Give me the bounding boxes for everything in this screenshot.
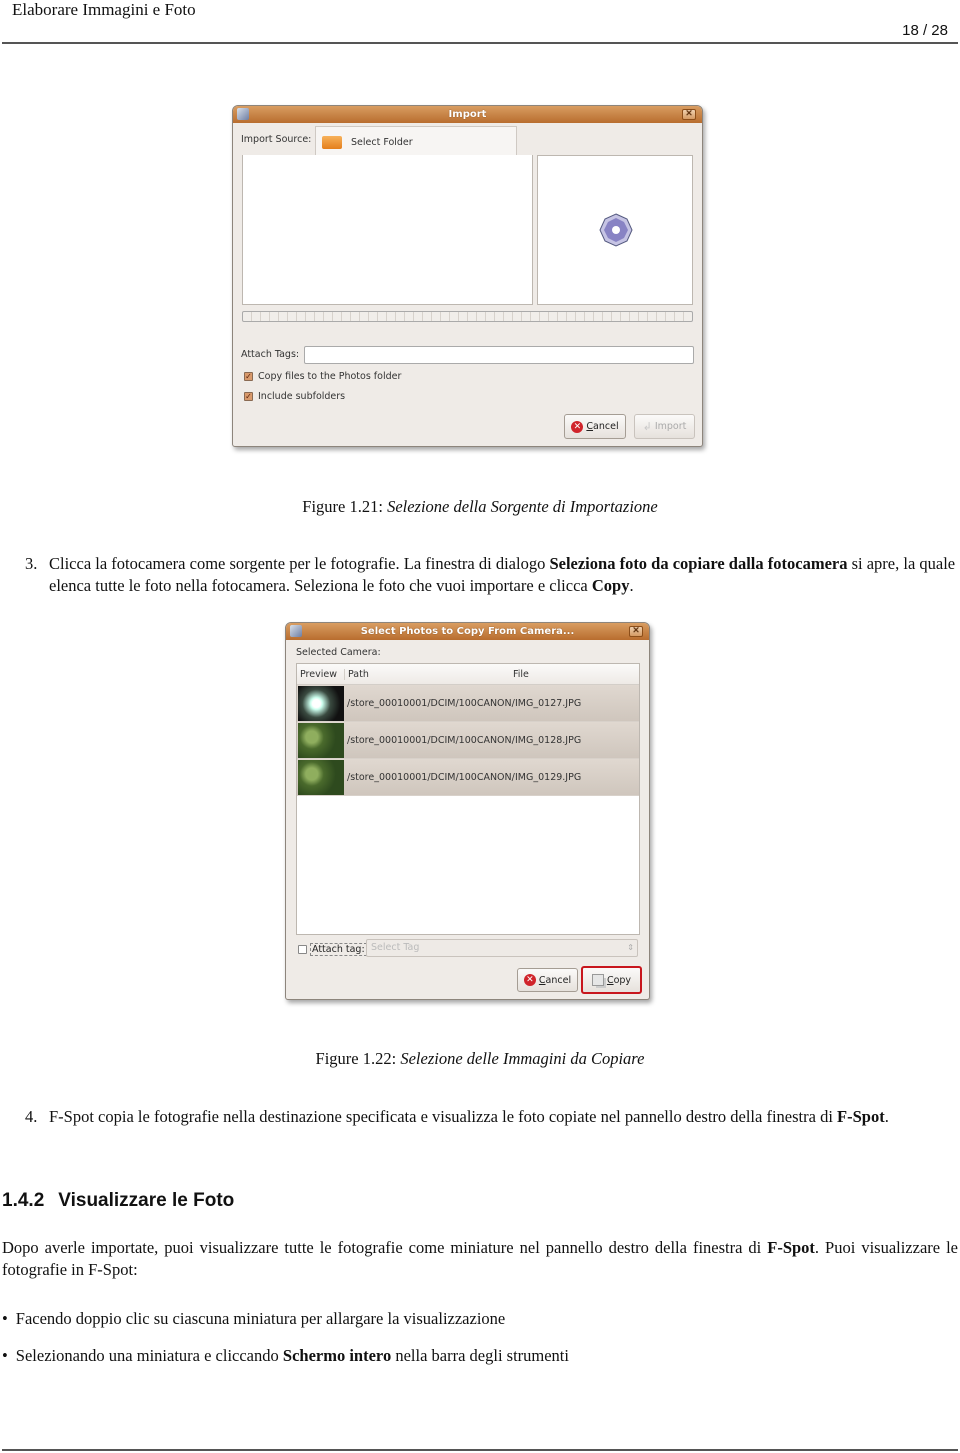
column-preview[interactable]: Preview — [297, 668, 345, 680]
photo-row[interactable]: /store_00010001/DCIM/100CANON/IMG_0129.J… — [297, 759, 639, 796]
cancel-icon: ✕ — [571, 420, 584, 433]
photo-row[interactable]: /store_00010001/DCIM/100CANON/IMG_0127.J… — [297, 685, 639, 722]
folder-preview-pane — [242, 155, 533, 305]
close-icon[interactable]: ✕ — [682, 109, 696, 120]
step-number: 3. — [25, 554, 38, 573]
bullet-icon: • — [2, 1309, 8, 1328]
figure-caption-1-21: Figure 1.21: Selezione della Sorgente di… — [0, 497, 960, 517]
photo-row[interactable]: /store_00010001/DCIM/100CANON/IMG_0128.J… — [297, 722, 639, 759]
attach-tag-row: Attach tag: — [298, 943, 367, 956]
intro-bold: F-Spot — [767, 1238, 815, 1257]
caption-text: Selezione delle Immagini da Copiare — [400, 1049, 645, 1068]
selected-camera-label: Selected Camera: — [296, 647, 381, 658]
import-label: Import — [654, 421, 687, 432]
caption-prefix: Figure 1.21: — [302, 497, 383, 516]
bullet-item: • Facendo doppio clic su ciascuna miniatu… — [2, 1308, 505, 1330]
column-file[interactable]: File — [513, 669, 529, 680]
step-text: . — [884, 1107, 889, 1126]
section-title: Visualizzare le Foto — [58, 1190, 235, 1211]
include-subfolders-label: Include subfolders — [258, 391, 346, 402]
step-text: Clicca la fotocamera come sorgente per l… — [49, 554, 550, 573]
caption-prefix: Figure 1.22: — [315, 1049, 397, 1068]
import-arrow-icon: ↲ — [642, 420, 652, 433]
figure-caption-1-22: Figure 1.22: Selezione delle Immagini da… — [0, 1049, 960, 1069]
select-photos-titlebar: Select Photos to Copy From Camera... ✕ — [286, 623, 649, 640]
copy-files-label: Copy files to the Photos folder — [258, 371, 402, 382]
running-header-title: Elaborare Immagini e Foto — [12, 0, 196, 19]
include-subfolders-checkbox[interactable]: ✓ — [244, 392, 253, 401]
source-option-label: Select Folder — [351, 136, 413, 148]
app-icon — [290, 625, 302, 637]
step-bold: F-Spot — [837, 1107, 885, 1126]
step-4: 4. F-Spot copia le fotografie nella dest… — [25, 1106, 958, 1128]
bullet-text: Facendo doppio clic su ciascuna miniatur… — [15, 1309, 506, 1328]
loading-aperture-icon — [599, 213, 633, 247]
section-intro: Dopo averle importate, puoi visualizzare… — [2, 1237, 958, 1281]
cancel-label: Cancel — [538, 974, 572, 986]
section-heading: 1.4.2 Visualizzare le Foto — [2, 1190, 234, 1212]
caption-text: Selezione della Sorgente di Importazione — [387, 497, 658, 516]
cancel-button[interactable]: ✕ Cancel — [517, 968, 578, 992]
close-icon[interactable]: ✕ — [629, 626, 643, 637]
import-progress-bar — [242, 311, 693, 322]
intro-text: . Puoi — [814, 1238, 856, 1257]
photo-list-header: Preview Path File — [297, 664, 639, 685]
import-dialog: Import ✕ Import Source: Select Folder Ca… — [232, 105, 703, 447]
photo-list: Preview Path File /store_00010001/DCIM/1… — [296, 663, 640, 935]
attach-tags-label: Attach Tags: — [241, 349, 300, 360]
photo-file: IMG_0129.JPG — [515, 771, 582, 783]
select-photos-title: Select Photos to Copy From Camera... — [360, 626, 575, 637]
photo-thumbnail — [298, 722, 344, 758]
photo-thumbnail — [298, 685, 344, 721]
photo-path: /store_00010001/DCIM/100CANON/ — [347, 771, 515, 783]
select-tag-combo[interactable]: Select Tag ⇕ — [366, 939, 638, 957]
bullet-bold: Schermo intero — [282, 1346, 392, 1365]
photo-file: IMG_0128.JPG — [515, 734, 582, 746]
copy-button[interactable]: Copy — [581, 966, 642, 994]
photo-thumbnail — [298, 759, 344, 795]
cancel-button[interactable]: ✕ Cancel — [564, 414, 626, 439]
step-bold: Copy — [591, 576, 630, 595]
copy-label: Copy — [606, 974, 632, 986]
photo-file: IMG_0127.JPG — [515, 697, 582, 709]
bullet-text: nella barra degli strumenti — [391, 1346, 569, 1365]
cancel-icon: ✕ — [523, 974, 536, 986]
import-source-label: Import Source: — [241, 134, 312, 145]
copy-files-checkbox[interactable]: ✓ — [244, 372, 253, 381]
bullet-item: • Selezionando una miniatura e cliccando … — [2, 1345, 569, 1367]
attach-tags-input[interactable] — [304, 346, 694, 364]
attach-tag-checkbox[interactable] — [298, 945, 307, 954]
photo-path: /store_00010001/DCIM/100CANON/ — [347, 697, 515, 709]
step-bold: Seleziona foto da copiare dalla fotocame… — [549, 554, 848, 573]
copy-files-checkbox-row[interactable]: ✓ Copy files to the Photos folder — [244, 371, 401, 382]
column-path[interactable]: Path — [345, 669, 513, 680]
import-dialog-titlebar: Import ✕ — [233, 106, 702, 123]
attach-tag-label: Attach tag: — [310, 943, 367, 956]
image-preview-pane — [537, 155, 693, 305]
bullet-text: Selezionando una miniatura e cliccando — [15, 1346, 283, 1365]
step-text: F-Spot copia le fotografie nella destina… — [49, 1107, 833, 1126]
footer-rule — [2, 1449, 958, 1451]
step-3: 3. Clicca la fotocamera come sorgente pe… — [25, 553, 960, 597]
import-dialog-title: Import — [448, 109, 487, 120]
source-option-folder[interactable]: Select Folder — [318, 129, 514, 155]
cancel-label: Cancel — [586, 421, 619, 432]
intro-text: Dopo averle importate, puoi visualizzare… — [2, 1238, 768, 1257]
select-photos-dialog: Select Photos to Copy From Camera... ✕ S… — [285, 622, 650, 1000]
folder-icon — [322, 135, 342, 149]
select-tag-placeholder: Select Tag — [371, 942, 420, 953]
section-number: 1.4.2 — [2, 1190, 45, 1211]
photo-path: /store_00010001/DCIM/100CANON/ — [347, 734, 515, 746]
app-icon — [237, 108, 249, 120]
copy-icon — [591, 974, 604, 986]
bullet-icon: • — [2, 1346, 8, 1365]
include-subfolders-checkbox-row[interactable]: ✓ Include subfolders — [244, 391, 345, 402]
step-number: 4. — [25, 1107, 38, 1126]
header-rule — [2, 42, 958, 44]
page-number: 18 / 28 — [902, 22, 948, 39]
import-button[interactable]: ↲ Import — [634, 414, 695, 439]
photo-rows: /store_00010001/DCIM/100CANON/IMG_0127.J… — [297, 685, 639, 796]
step-text: . — [629, 576, 634, 595]
spinner-arrows-icon: ⇕ — [627, 943, 634, 952]
